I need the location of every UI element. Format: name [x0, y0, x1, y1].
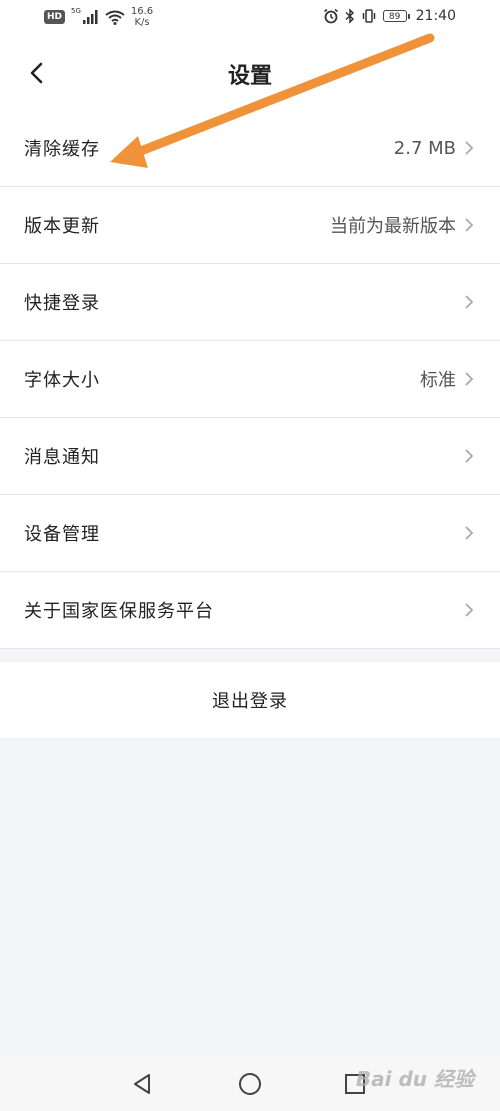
row-value: 标准	[420, 370, 456, 391]
wifi-icon	[105, 10, 125, 25]
chevron-right-icon	[464, 370, 476, 388]
logout-label: 退出登录	[212, 691, 288, 712]
status-left: HD 5G 16.6 K/s	[44, 6, 153, 28]
status-right: 89 21:40	[323, 8, 456, 24]
speed-unit: K/s	[134, 17, 150, 28]
row-label: 关于国家医保服务平台	[24, 601, 214, 622]
row-label: 快捷登录	[24, 293, 100, 314]
nav-home-icon	[239, 1073, 261, 1095]
settings-row-quick-login[interactable]: 快捷登录	[0, 264, 500, 341]
nav-back-icon	[134, 1074, 150, 1094]
network-speed: 16.6 K/s	[131, 6, 153, 28]
row-label: 清除缓存	[24, 139, 100, 160]
alarm-icon	[323, 8, 338, 24]
nav-back-button[interactable]	[128, 1070, 156, 1098]
chevron-right-icon	[464, 524, 476, 542]
settings-row-about[interactable]: 关于国家医保服务平台	[0, 572, 500, 649]
row-value: 当前为最新版本	[330, 216, 456, 237]
chevron-right-icon	[464, 293, 476, 311]
chevron-right-icon	[464, 216, 476, 234]
battery-tip	[407, 13, 410, 19]
watermark: Bai du 经验	[355, 1067, 474, 1091]
signal-icon	[82, 10, 98, 24]
chevron-right-icon	[464, 139, 476, 157]
chevron-right-icon	[464, 601, 476, 619]
settings-list: 清除缓存 2.7 MB 版本更新 当前为最新版本 快捷登录 字体大小 标准 消息…	[0, 110, 500, 649]
settings-row-notifications[interactable]: 消息通知	[0, 418, 500, 495]
status-time: 21:40	[415, 8, 456, 24]
bluetooth-icon	[345, 8, 354, 24]
hd-badge: HD	[44, 10, 66, 24]
row-label: 消息通知	[24, 447, 100, 468]
settings-row-version-update[interactable]: 版本更新 当前为最新版本	[0, 187, 500, 264]
status-bar: HD 5G 16.6 K/s 89 21:40	[0, 0, 500, 36]
settings-row-font-size[interactable]: 字体大小 标准	[0, 341, 500, 418]
nav-home-button[interactable]	[236, 1070, 264, 1098]
page-title: 设置	[227, 64, 272, 89]
battery-level: 89	[382, 10, 407, 22]
header: 设置	[0, 36, 500, 110]
settings-row-device-management[interactable]: 设备管理	[0, 495, 500, 572]
vibrate-icon	[362, 9, 375, 23]
settings-row-clear-cache[interactable]: 清除缓存 2.7 MB	[0, 110, 500, 187]
row-label: 字体大小	[24, 370, 100, 391]
row-label: 设备管理	[24, 524, 100, 545]
row-value: 2.7 MB	[393, 137, 456, 159]
network-type: 5G	[71, 7, 81, 15]
chevron-right-icon	[464, 447, 476, 465]
row-label: 版本更新	[24, 216, 100, 237]
screen: HD 5G 16.6 K/s 89 21:40 设置 清除缓存 2.7 MB 版…	[0, 0, 500, 1111]
battery-indicator: 89	[382, 10, 410, 22]
speed-value: 16.6	[130, 6, 154, 17]
logout-button[interactable]: 退出登录	[0, 662, 500, 738]
